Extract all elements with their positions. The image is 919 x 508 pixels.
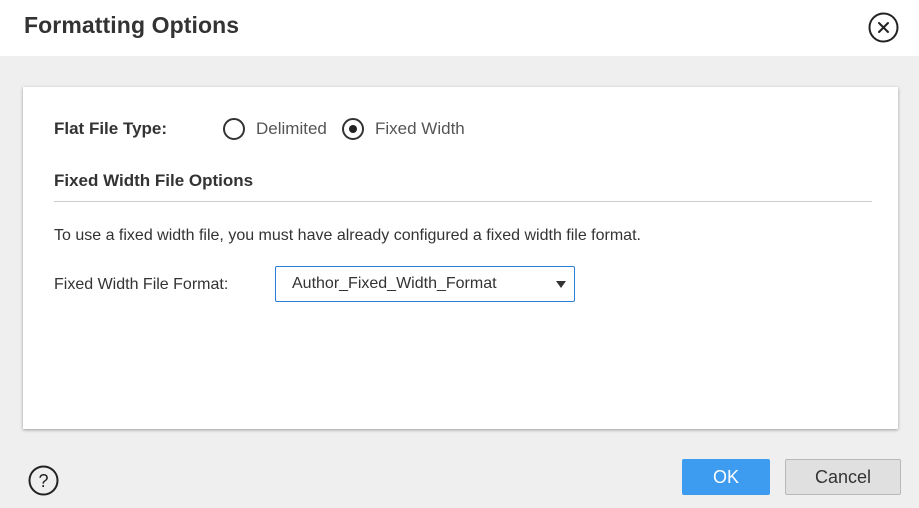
flat-file-type-row: Flat File Type: Delimited Fixed Width — [54, 118, 854, 141]
content-panel: Flat File Type: Delimited Fixed Width Fi… — [23, 87, 898, 429]
close-icon — [868, 12, 899, 43]
fixed-width-format-label: Fixed Width File Format: — [54, 276, 229, 293]
formatting-options-dialog: Formatting Options Flat File Type: Delim… — [0, 0, 919, 508]
radio-selected-dot — [349, 125, 357, 133]
ok-button[interactable]: OK — [682, 459, 770, 495]
radio-delimited-label[interactable]: Delimited — [256, 119, 327, 139]
flat-file-type-label: Flat File Type: — [54, 119, 168, 138]
fixed-width-info-text: To use a fixed width file, you must have… — [54, 227, 641, 244]
radio-delimited-circle[interactable] — [223, 118, 245, 140]
caret-down-icon — [556, 281, 566, 288]
help-icon: ? — [28, 465, 59, 496]
help-button[interactable]: ? — [28, 465, 59, 496]
radio-fixed-width-circle[interactable] — [342, 118, 364, 140]
dialog-header: Formatting Options — [0, 0, 919, 56]
svg-text:?: ? — [38, 471, 48, 491]
radio-fixed-width-label[interactable]: Fixed Width — [375, 119, 465, 139]
dialog-title: Formatting Options — [24, 12, 240, 38]
fixed-width-format-value: Author_Fixed_Width_Format — [292, 275, 497, 292]
fixed-width-format-select[interactable]: Author_Fixed_Width_Format — [275, 266, 575, 302]
fixed-width-options-heading: Fixed Width File Options — [54, 171, 254, 190]
section-divider — [54, 201, 872, 202]
close-button[interactable] — [868, 12, 899, 43]
cancel-button[interactable]: Cancel — [785, 459, 901, 495]
